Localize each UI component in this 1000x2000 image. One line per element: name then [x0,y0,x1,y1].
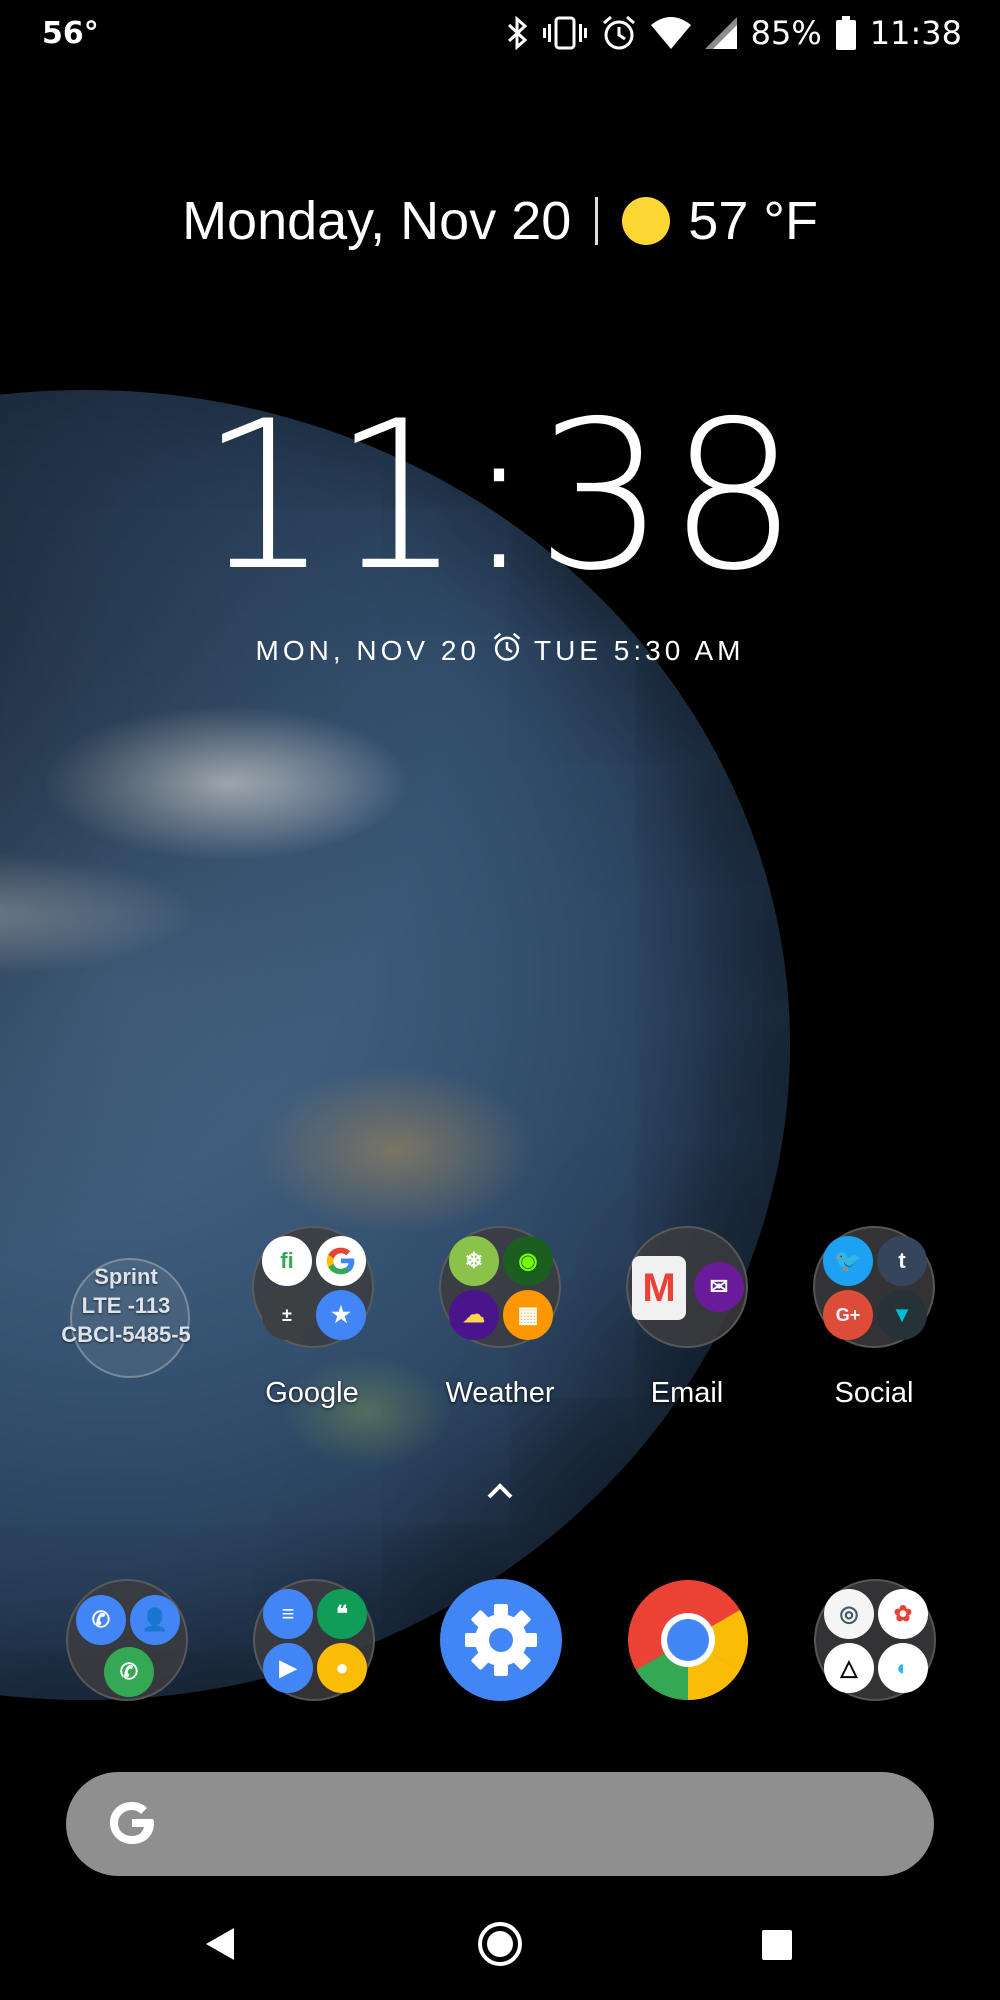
messaging-folder-icon[interactable]: ≡ ❝ ▶ ● [253,1579,375,1701]
navigation-bar [0,1900,1000,2000]
weather-folder[interactable]: ❄ ◉ ☁ ▦ [439,1226,561,1348]
status-time: 11:38 [869,14,962,52]
sun-icon [622,197,671,245]
settings-icon[interactable] [440,1579,562,1701]
signal-widget-line: Sprint [94,1264,158,1289]
recents-icon[interactable] [762,1930,792,1964]
folder-label-social[interactable]: Social [784,1377,964,1410]
tumblr-icon: t [877,1236,927,1286]
contacts-icon: 👤 [130,1595,180,1645]
folder-label-google[interactable]: Google [222,1377,402,1410]
twitter-icon: 🐦 [823,1236,873,1286]
glance-date[interactable]: Monday, Nov 20 [182,190,571,252]
battery-icon [835,16,856,50]
chrome-icon[interactable] [627,1579,749,1701]
clock-widget-subline[interactable]: MON, NOV 20 TUE 5:30 AM [0,632,1000,669]
yahoo-weather-icon: ☁ [449,1290,499,1340]
glance-weather[interactable]: 57 °F [688,190,818,252]
signal-widget[interactable]: Sprint LTE -113 CBCI-5485-5 [56,1262,196,1372]
home-screen: 56° 85% 11:38 Monday, Nov 20 57 °F 11:38… [0,0,1000,2000]
signal-widget-line: CBCI-5485-5 [61,1322,191,1347]
allo-icon: ● [317,1643,367,1693]
bluetooth-icon [505,16,529,50]
duo-icon: ▶ [263,1643,313,1693]
google-app-icon [316,1236,366,1286]
prisma-icon: △ [824,1643,874,1693]
google-search-bar[interactable] [66,1772,934,1876]
battery-percent: 85% [750,14,822,52]
camera-folder-icon[interactable]: ◎ ✿ △ ◐ [814,1579,936,1701]
back-icon[interactable] [204,1926,236,1966]
google-folder[interactable]: fi ± ★ [252,1226,374,1348]
home-icon[interactable] [475,1919,525,1973]
clock-alarm: TUE 5:30 AM [533,634,745,666]
folder-label-email[interactable]: Email [597,1377,777,1410]
weather-widget-icon: ▦ [503,1290,553,1340]
vine-icon: ▼ [877,1290,927,1340]
vibrate-icon [542,16,587,50]
hangouts-icon: ❝ [317,1589,367,1639]
weather-app-icon: ❄ [449,1236,499,1286]
phone-folder-icon[interactable]: ✆ 👤 ✆ [66,1579,188,1701]
mail-app-icon: ✉ [694,1262,744,1312]
clock-widget-time[interactable]: 11:38 [0,395,1000,600]
project-fi-icon: fi [262,1236,312,1286]
phone-icon: ✆ [76,1595,126,1645]
signal-widget-line: LTE -113 [81,1293,171,1318]
chevron-up-icon[interactable] [486,1480,514,1504]
google-plus-icon: G+ [823,1290,873,1340]
messages-icon: ≡ [263,1589,313,1639]
rewards-icon: ★ [316,1290,366,1340]
gmail-icon: M [632,1256,686,1320]
clock-date: MON, NOV 20 [255,634,480,666]
social-folder[interactable]: 🐦 t G+ ▼ [813,1226,935,1348]
status-icons: 85% 11:38 [505,14,962,52]
radar-icon: ◉ [503,1236,553,1286]
at-a-glance[interactable]: Monday, Nov 20 57 °F [0,190,1000,252]
folder-label-weather[interactable]: Weather [410,1377,590,1410]
calculator-icon: ± [262,1290,312,1340]
voice-icon: ✆ [104,1647,154,1697]
wifi-icon [650,17,691,49]
status-temperature: 56° [42,16,99,51]
status-bar[interactable]: 56° 85% 11:38 [0,0,1000,72]
email-folder[interactable]: M ✉ [626,1226,748,1348]
google-g-icon[interactable] [96,1788,166,1862]
signal-icon [704,17,737,49]
alarm-icon [601,15,637,51]
photos-icon: ✿ [878,1589,928,1639]
camera-icon: ◎ [824,1589,874,1639]
alarm-icon [492,632,522,669]
snapseed-icon: ◐ [878,1643,928,1693]
glance-divider [595,197,599,245]
